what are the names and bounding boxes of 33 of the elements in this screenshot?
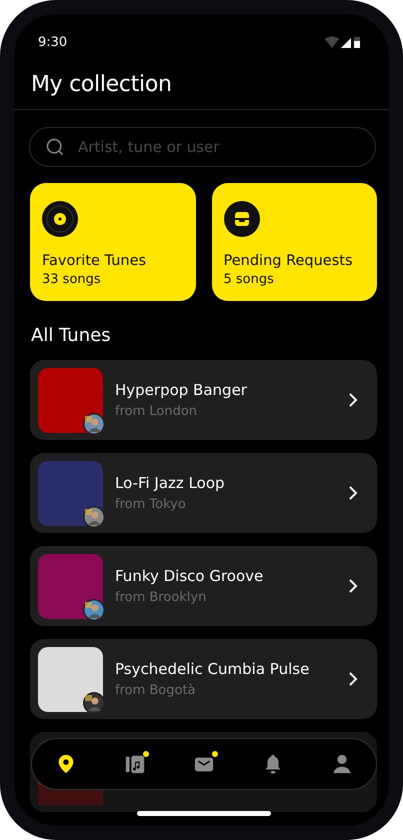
collection-title: Pending Requests xyxy=(224,253,354,269)
collection-card[interactable]: Favorite Tunes 33 songs xyxy=(30,183,196,301)
notification-dot xyxy=(212,751,218,757)
tune-title: Funky Disco Groove xyxy=(115,567,264,585)
inbox-icon xyxy=(224,201,260,237)
status-time: 9:30 xyxy=(38,34,68,50)
search-icon xyxy=(45,137,65,157)
search-field[interactable]: Artist, tune or user xyxy=(29,127,376,167)
tune-row[interactable]: Lo-Fi Jazz Loop from Tokyo xyxy=(30,453,377,533)
notification-dot xyxy=(143,751,150,757)
tune-row[interactable]: Hyperpop Banger from London xyxy=(30,360,377,440)
page-title: My collection xyxy=(31,72,173,99)
section-title: All Tunes xyxy=(31,325,112,346)
chevron-right-icon xyxy=(347,578,359,594)
chevron-right-icon xyxy=(347,392,359,408)
tune-origin: from Bogotà xyxy=(115,683,197,698)
chevron-right-icon xyxy=(347,671,359,687)
tune-title: Hyperpop Banger xyxy=(115,381,248,399)
song-count: 5 songs xyxy=(224,272,275,287)
tune-title: Lo-Fi Jazz Loop xyxy=(115,474,226,492)
tune-origin: from Tokyo xyxy=(115,497,187,512)
collection-title: Favorite Tunes xyxy=(42,253,148,269)
music-library-icon xyxy=(124,753,146,775)
song-count: 33 songs xyxy=(42,272,102,287)
tune-row[interactable]: Psychedelic Cumbia Pulse from Bogotà xyxy=(30,639,377,719)
collection-card[interactable]: Pending Requests 5 songs xyxy=(212,183,377,301)
status-icons xyxy=(325,36,361,48)
tune-title: Psychedelic Cumbia Pulse xyxy=(115,660,310,678)
chevron-right-icon xyxy=(347,485,359,501)
vinyl-record-icon xyxy=(42,201,78,237)
tune-origin: from London xyxy=(115,404,198,419)
tune-origin: from Brooklyn xyxy=(115,590,208,605)
tune-row[interactable]: Funky Disco Groove from Brooklyn xyxy=(30,546,377,626)
